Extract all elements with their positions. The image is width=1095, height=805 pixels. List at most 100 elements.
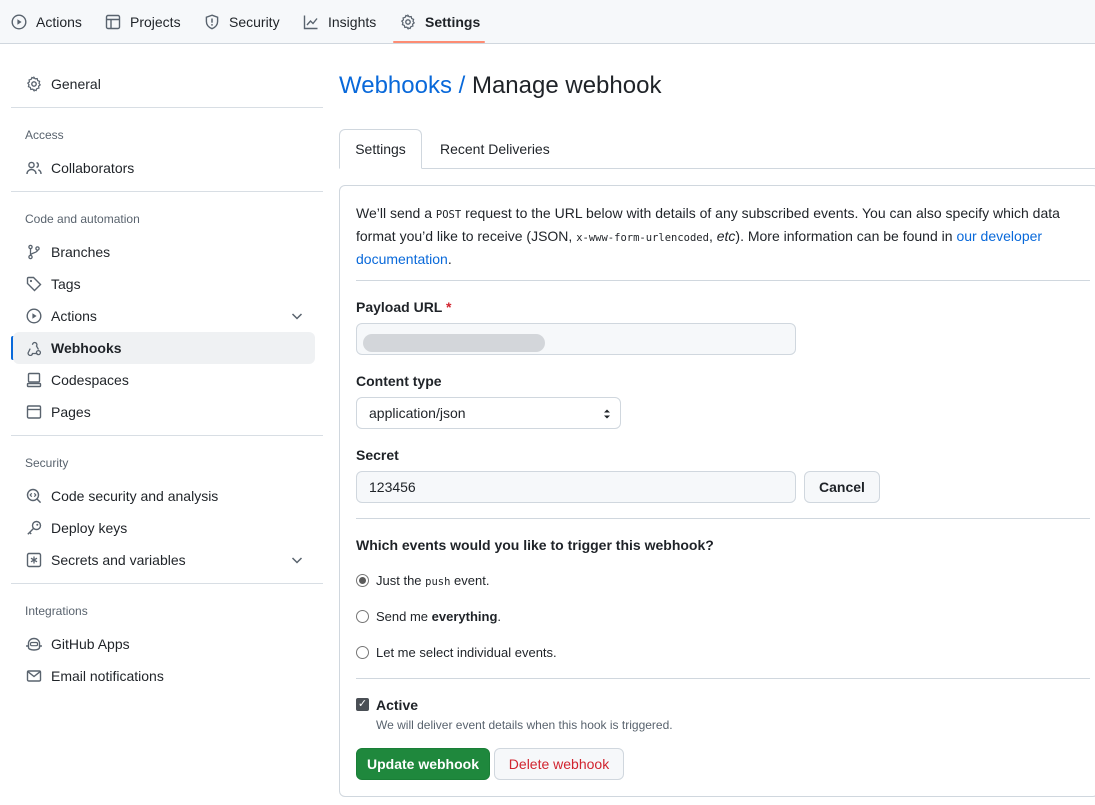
sidebar-item-label: Email notifications [51,668,164,684]
key-icon [27,520,42,535]
cancel-button[interactable]: Cancel [804,471,880,503]
play-circle-icon [11,13,27,30]
sidebar-item-actions[interactable]: Actions [13,300,315,332]
sidebar-item-codespaces[interactable]: Codespaces [13,364,315,396]
nav-tab-label: Actions [36,13,82,30]
nav-tab-insights[interactable]: Insights [303,0,376,43]
content-type-label: Content type [356,373,442,389]
codescan-icon [26,488,42,504]
radio-button[interactable] [356,610,369,623]
sidebar-item-secrets[interactable]: Secrets and variables [13,544,315,576]
event-option-everything[interactable]: Send me everything. [356,609,501,624]
sidebar-section-code-automation: Code and automation [25,212,140,226]
event-option-label: Let me select individual events. [376,645,557,660]
nav-tab-projects[interactable]: Projects [105,0,181,43]
git-branch-icon [28,244,40,260]
active-label: Active [376,697,419,713]
secret-value: 123456 [369,479,416,495]
intro-segment: We’ll send a [356,205,436,221]
select-arrows-icon [604,409,610,419]
intro-segment: , [708,228,717,244]
key-asterisk-icon [26,552,42,568]
label-segment: event. [450,573,490,588]
page-title: Webhooks / Manage webhook [339,72,661,100]
sidebar-item-label: Pages [51,404,91,420]
sidebar-item-label: Webhooks [51,340,122,356]
label-segment: Just the [376,573,426,588]
event-option-label: Just the push event. [376,573,489,588]
sidebar-divider [11,583,323,584]
sidebar-item-deploy-keys[interactable]: Deploy keys [13,512,315,544]
sidebar-item-pages[interactable]: Pages [13,396,315,428]
sidebar-item-webhooks[interactable]: Webhooks [13,332,315,364]
gear-icon [400,13,416,30]
sidebar-item-collaborators[interactable]: Collaborators [13,152,315,184]
sidebar-item-code-security[interactable]: Code security and analysis [13,480,315,512]
delete-webhook-button[interactable]: Delete webhook [494,748,624,780]
active-tab-underline [393,41,485,43]
graph-icon [303,15,318,29]
sidebar-item-general[interactable]: General [13,68,315,100]
content-type-select[interactable]: application/json [356,397,621,429]
payload-url-label-text: Payload URL [356,299,443,315]
nav-tab-label: Projects [130,13,181,30]
chevron-down-icon[interactable] [289,552,305,568]
sidebar-divider [11,107,323,108]
active-checkbox[interactable]: ✓ [356,698,369,711]
page-title-text: Manage webhook [471,72,662,99]
sidebar-item-branches[interactable]: Branches [13,236,315,268]
intro-segment: . [447,251,452,267]
radio-button[interactable] [356,574,369,587]
form-divider [356,518,1090,519]
sidebar-item-email-notifications[interactable]: Email notifications [13,660,315,692]
secret-input[interactable]: 123456 [356,471,796,503]
sidebar-item-label: Code security and analysis [51,488,219,504]
nav-tab-settings[interactable]: Settings [400,0,480,43]
sidebar-section-access: Access [25,128,64,142]
sidebar-item-label: Deploy keys [51,520,128,536]
secret-label: Secret [356,447,399,463]
sidebar-item-label: Branches [51,244,111,260]
copilot-icon [26,637,42,651]
sidebar-section-integrations: Integrations [25,604,88,618]
label-bold: everything [431,609,498,624]
events-question: Which events would you like to trigger t… [356,537,714,553]
sidebar-divider [11,191,323,192]
radio-button[interactable] [356,646,369,659]
nav-tab-label: Insights [328,13,377,30]
sidebar-item-label: GitHub Apps [51,636,130,652]
intro-segment: ). More information can be found in [735,228,957,244]
event-option-push[interactable]: Just the push event. [356,573,489,588]
sidebar-item-tags[interactable]: Tags [13,268,315,300]
sidebar-section-security: Security [25,456,69,470]
nav-tab-security[interactable]: Security [204,0,280,43]
payload-url-label: Payload URL * [356,299,451,315]
webhook-icon [27,341,42,356]
nav-tab-label: Security [229,13,280,30]
sidebar-item-label: Tags [51,276,81,292]
codespaces-icon [26,372,42,388]
sidebar-item-github-apps[interactable]: GitHub Apps [13,628,315,660]
sidebar-item-label: Actions [51,308,97,324]
chevron-down-icon[interactable] [289,308,305,324]
tab-settings[interactable]: Settings [339,129,422,169]
sidebar-item-label: Codespaces [51,372,129,388]
nav-tab-actions[interactable]: Actions [11,0,82,43]
update-webhook-button[interactable]: Update webhook [356,748,490,780]
content-type-value: application/json [369,405,466,421]
intro-text: We’ll send a POST request to the URL bel… [356,203,1076,270]
label-segment: Send me [376,609,432,624]
gear-icon [26,76,42,92]
mail-icon [26,670,42,682]
table-icon [105,14,121,29]
event-option-label: Send me everything. [376,609,501,624]
form-divider [356,280,1090,281]
event-option-individual[interactable]: Let me select individual events. [356,645,557,660]
breadcrumb-webhooks[interactable]: Webhooks / [339,72,465,99]
tab-recent-deliveries[interactable]: Recent Deliveries [440,129,550,169]
form-divider [356,678,1090,679]
active-note: We will deliver event details when this … [376,718,673,732]
sidebar-item-label: General [51,76,101,92]
browser-icon [26,405,42,419]
redacted-url [363,334,545,352]
